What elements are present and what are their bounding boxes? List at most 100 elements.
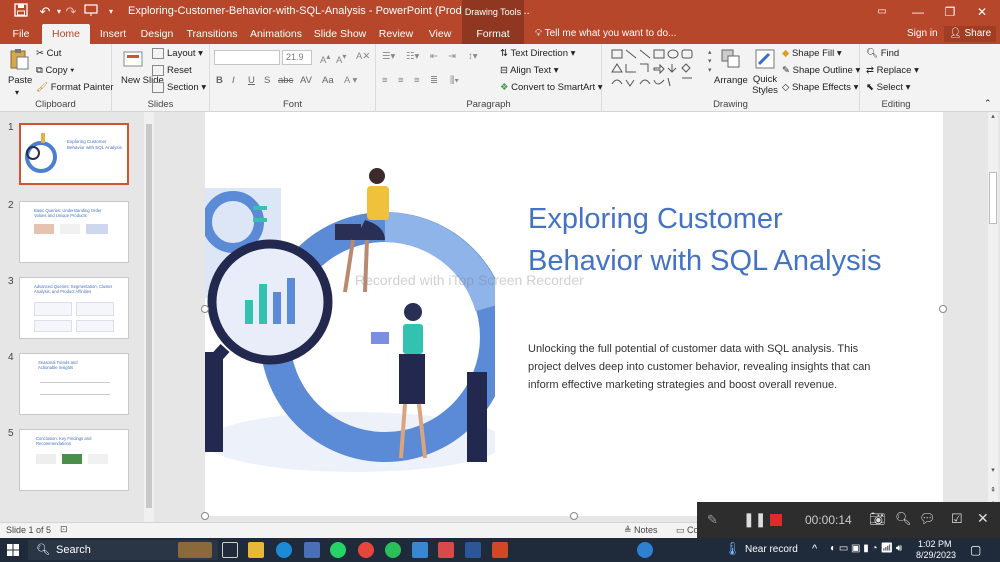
line-spacing-icon[interactable]: ↕▾ xyxy=(468,50,478,64)
font-color-icon[interactable]: A ▾ xyxy=(344,74,357,88)
notes-button[interactable]: ≜ Notes xyxy=(624,525,658,536)
store-icon[interactable] xyxy=(304,542,320,558)
convert-smartart-button[interactable]: ❖ Convert to SmartArt ▾ xyxy=(500,81,603,95)
scroll-down-icon[interactable]: ▾ xyxy=(988,466,998,476)
pause-icon[interactable]: ❚❚ xyxy=(743,511,766,528)
find-button[interactable]: 🔍︎ Find xyxy=(866,47,899,61)
decrease-font-size-icon[interactable]: A▾ xyxy=(336,50,346,68)
clear-formatting-icon[interactable]: A✕ xyxy=(356,50,370,64)
increase-font-size-icon[interactable]: A▴ xyxy=(320,50,330,68)
quick-styles-button[interactable]: Quick Styles xyxy=(748,48,782,100)
close-icon[interactable]: ✕ xyxy=(964,0,1000,24)
shadow-icon[interactable]: S xyxy=(264,74,270,88)
near-record-label[interactable]: Near record xyxy=(745,544,798,555)
present-from-start-icon[interactable] xyxy=(82,3,100,21)
comments-button[interactable]: ▭ Co xyxy=(676,525,699,536)
scroll-up-icon[interactable]: ▴ xyxy=(988,112,998,122)
cut-button[interactable]: ✂︎ Cut xyxy=(36,47,61,61)
edge-icon[interactable] xyxy=(276,542,292,558)
slide-thumbnail-3[interactable]: Advanced Queries: Segmentation, Cluster … xyxy=(19,277,129,339)
notification-icon[interactable]: ▢ xyxy=(970,543,981,557)
new-slide-button[interactable]: New Slide xyxy=(118,48,164,98)
align-left-icon[interactable]: ≡ xyxy=(382,74,388,88)
shape-fill-button[interactable]: ◆ Shape Fill ▾ xyxy=(782,47,842,61)
font-size-field[interactable]: 21.9 xyxy=(282,50,312,65)
thumbnail-scrollbar[interactable] xyxy=(144,112,154,522)
resize-handle-right[interactable] xyxy=(939,305,947,313)
save-icon[interactable] xyxy=(12,3,30,21)
tab-slide-show[interactable]: Slide Show xyxy=(312,24,368,44)
tab-review[interactable]: Review xyxy=(374,24,418,44)
underline-icon[interactable]: U xyxy=(248,74,255,88)
customize-toolbar-icon[interactable]: ▾ xyxy=(102,3,120,21)
camera-icon[interactable]: 📷︎ xyxy=(869,511,886,527)
resize-handle-bottom-left[interactable] xyxy=(201,512,209,520)
slide-scrollbar[interactable]: ▴ ▾ ⇞ ⇟ xyxy=(988,112,998,522)
powerpoint-icon[interactable] xyxy=(492,542,508,558)
paste-button[interactable]: Paste ▾ xyxy=(6,48,32,98)
shapes-gallery[interactable] xyxy=(610,48,706,92)
share-button[interactable]: 👤︎ Share xyxy=(944,26,997,42)
copy-button[interactable]: ⧉ Copy ▾ xyxy=(36,64,74,78)
layout-button[interactable]: Layout ▾ xyxy=(152,47,203,61)
checkbox-icon[interactable]: ☑ xyxy=(951,511,963,527)
select-button[interactable]: ⬉ Select ▾ xyxy=(866,81,910,95)
change-case-icon[interactable]: Aa xyxy=(322,74,334,88)
teams-icon[interactable] xyxy=(637,542,653,558)
pen-icon[interactable]: ✎ xyxy=(707,512,718,528)
bullets-icon[interactable]: ☰▾ xyxy=(382,50,395,64)
restore-icon[interactable]: ❐ xyxy=(932,0,968,24)
slide-1[interactable]: Recorded with iTop Screen Recorder Explo… xyxy=(205,112,943,516)
justify-icon[interactable]: ≣ xyxy=(430,74,438,88)
reset-button[interactable]: Reset xyxy=(152,64,192,78)
slide-thumbnail-2[interactable]: Basic Queries: Understanding Order Value… xyxy=(19,201,129,263)
tab-design[interactable]: Design xyxy=(138,24,176,44)
recorder-app-icon[interactable] xyxy=(438,542,454,558)
ribbon-display-options-icon[interactable]: ▭ xyxy=(864,0,900,24)
slide-thumbnail-4[interactable]: Seasonal Trends and Actionable Insights xyxy=(19,353,129,415)
align-text-button[interactable]: ⊟ Align Text ▾ xyxy=(500,64,559,78)
section-button[interactable]: Section ▾ xyxy=(152,81,206,95)
tab-transitions[interactable]: Transitions xyxy=(184,24,240,44)
spell-check-icon[interactable]: ⊡ xyxy=(60,524,68,535)
tab-animations[interactable]: Animations xyxy=(246,24,306,44)
word-icon[interactable] xyxy=(465,542,481,558)
bold-icon[interactable]: B xyxy=(216,74,223,88)
task-view-icon[interactable] xyxy=(222,542,238,558)
increase-indent-icon[interactable]: ⇥ xyxy=(448,50,456,64)
replace-button[interactable]: ⇄ Replace ▾ xyxy=(866,64,919,78)
text-direction-button[interactable]: ⇅ Text Direction ▾ xyxy=(500,47,575,61)
clock-date[interactable]: 8/29/2023 xyxy=(916,550,956,560)
character-spacing-icon[interactable]: AV xyxy=(300,74,312,88)
shape-effects-button[interactable]: ◇ Shape Effects ▾ xyxy=(782,81,858,95)
resize-handle-left[interactable] xyxy=(201,305,209,313)
tab-insert[interactable]: Insert xyxy=(94,24,132,44)
slide-subtitle[interactable]: Unlocking the full potential of customer… xyxy=(528,340,893,394)
strikethrough-icon[interactable]: abc xyxy=(278,74,293,88)
align-right-icon[interactable]: ≡ xyxy=(414,74,420,88)
slide-scroll-thumb[interactable] xyxy=(989,172,997,224)
tab-file[interactable]: File xyxy=(6,24,36,44)
tab-home[interactable]: Home xyxy=(42,24,90,44)
slide-title[interactable]: Exploring Customer Behavior with SQL Ana… xyxy=(528,198,888,282)
slide-thumbnail-5[interactable]: Conclusion: Key Findings and Recommendat… xyxy=(19,429,129,491)
italic-icon[interactable]: I xyxy=(232,74,235,88)
numbering-icon[interactable]: ☷▾ xyxy=(406,50,419,64)
green-app-icon[interactable] xyxy=(385,542,401,558)
zoom-icon[interactable]: 🔍︎ xyxy=(895,511,912,527)
decrease-indent-icon[interactable]: ⇤ xyxy=(430,50,438,64)
whatsapp-icon[interactable] xyxy=(330,542,346,558)
gallery-scroll-icon[interactable]: ▴ ▾ ▾ xyxy=(708,48,712,75)
redo-icon[interactable]: ↷ xyxy=(62,3,80,21)
previous-slide-icon[interactable]: ⇞ xyxy=(988,486,998,496)
stop-record-icon[interactable] xyxy=(770,514,782,526)
chrome-icon[interactable] xyxy=(358,542,374,558)
tray-icons[interactable]: ◐ ▭ ▣ ▮ ◔ 📶︎ 🔊︎ xyxy=(830,543,902,554)
tab-format[interactable]: Format xyxy=(462,24,524,44)
tab-view[interactable]: View xyxy=(422,24,458,44)
font-name-field[interactable] xyxy=(214,50,280,65)
thumbnail-scroll-thumb[interactable] xyxy=(146,124,152,508)
mail-icon[interactable] xyxy=(412,542,428,558)
annotate-icon[interactable]: 💬︎ xyxy=(919,511,936,527)
close-recorder-icon[interactable]: ✕ xyxy=(977,510,989,527)
